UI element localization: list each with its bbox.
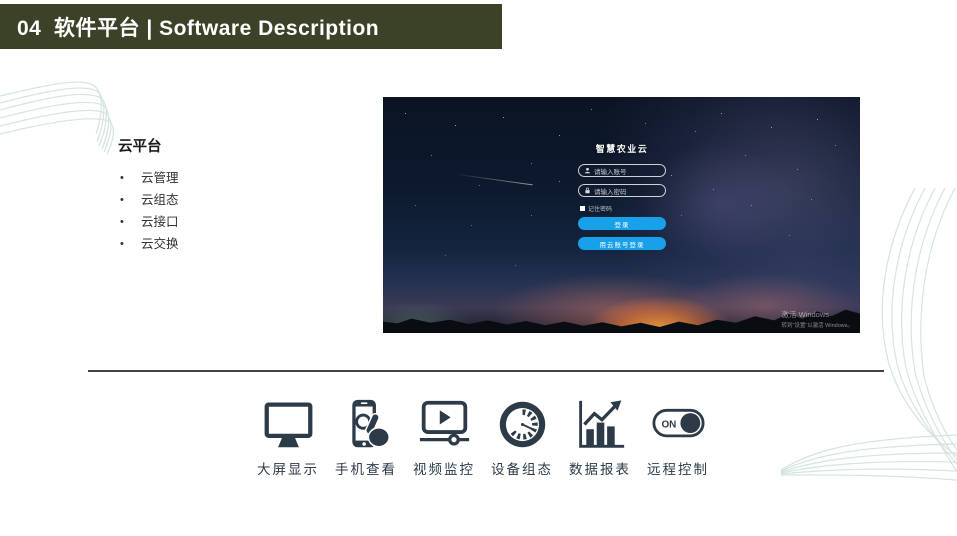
feature-label: 手机查看 bbox=[335, 458, 397, 478]
bullet-marker: • bbox=[120, 233, 141, 255]
divider-line bbox=[88, 370, 884, 372]
watermark-line2: 转到“设置”以激活 Windows。 bbox=[781, 321, 853, 329]
bar-chart-icon bbox=[574, 398, 627, 451]
login-button[interactable]: 登录 bbox=[578, 217, 666, 230]
feature-label: 大屏显示 bbox=[257, 458, 319, 478]
cloud-list-item: • 云接口 bbox=[120, 211, 179, 233]
slide-title: 04 软件平台 | Software Description bbox=[17, 12, 379, 42]
feature-remote-control: ON 远程控制 bbox=[642, 398, 714, 478]
remember-checkbox[interactable] bbox=[580, 206, 585, 211]
cloud-section-heading: 云平台 bbox=[118, 135, 162, 156]
cloud-account-login-button[interactable]: 用云账号登录 bbox=[578, 237, 666, 250]
feature-label: 设备组态 bbox=[491, 458, 553, 478]
cloud-list-item-label: 云组态 bbox=[141, 189, 179, 211]
toggle-on-text: ON bbox=[661, 419, 676, 430]
gauge-icon bbox=[496, 398, 549, 451]
feature-label: 视频监控 bbox=[413, 458, 475, 478]
toggle-on-icon: ON bbox=[652, 398, 705, 451]
decorative-swirl-top-left bbox=[0, 58, 125, 158]
feature-label: 远程控制 bbox=[647, 458, 709, 478]
cloud-list-item-label: 云管理 bbox=[141, 167, 179, 189]
feature-mobile-view: 手机查看 bbox=[330, 398, 402, 478]
cloud-list-item: • 云交换 bbox=[120, 233, 179, 255]
bullet-marker: • bbox=[120, 167, 141, 189]
feature-device-config: 设备组态 bbox=[486, 398, 558, 478]
password-placeholder: 请输入密码 bbox=[594, 186, 627, 196]
cloud-list-item: • 云组态 bbox=[120, 189, 179, 211]
remember-label: 记住密码 bbox=[588, 204, 612, 213]
monitor-icon bbox=[262, 398, 315, 451]
watermark-line1: 激活 Windows bbox=[781, 309, 853, 320]
username-placeholder: 请输入账号 bbox=[594, 166, 627, 176]
cloud-feature-list: • 云管理 • 云组态 • 云接口 • 云交换 bbox=[120, 167, 179, 255]
remember-password-row: 记住密码 bbox=[580, 204, 666, 213]
feature-big-screen: 大屏显示 bbox=[252, 398, 324, 478]
feature-data-report: 数据报表 bbox=[564, 398, 636, 478]
slide-canvas: 04 软件平台 | Software Description 云平台 • 云管理… bbox=[0, 0, 957, 536]
slide-header-bar: 04 软件平台 | Software Description bbox=[0, 4, 502, 49]
username-input[interactable]: 请输入账号 bbox=[578, 164, 666, 177]
cloud-list-item-label: 云交换 bbox=[141, 233, 179, 255]
decorative-waves-bottom-right bbox=[773, 426, 957, 490]
feature-icons-row: 大屏显示 手机查看 视频监控 bbox=[252, 398, 714, 478]
shooting-star-decor bbox=[455, 174, 532, 186]
decorative-swirl-right bbox=[868, 188, 957, 473]
video-monitor-icon bbox=[418, 398, 471, 451]
phone-tap-icon bbox=[340, 398, 393, 451]
login-form: 智慧农业云 请输入账号 请输入密码 记住密码 登录 用云账 bbox=[578, 142, 666, 257]
starfield-decor bbox=[383, 97, 384, 98]
feature-label: 数据报表 bbox=[569, 458, 631, 478]
lock-icon bbox=[584, 187, 591, 194]
cloud-list-item: • 云管理 bbox=[120, 167, 179, 189]
bullet-marker: • bbox=[120, 189, 141, 211]
cloud-list-item-label: 云接口 bbox=[141, 211, 179, 233]
password-input[interactable]: 请输入密码 bbox=[578, 184, 666, 197]
login-title: 智慧农业云 bbox=[578, 142, 666, 155]
bullet-marker: • bbox=[120, 211, 141, 233]
user-icon bbox=[584, 167, 591, 174]
feature-video-monitor: 视频监控 bbox=[408, 398, 480, 478]
windows-activation-watermark: 激活 Windows 转到“设置”以激活 Windows。 bbox=[781, 309, 853, 329]
login-page-screenshot: 智慧农业云 请输入账号 请输入密码 记住密码 登录 用云账 bbox=[383, 97, 860, 333]
